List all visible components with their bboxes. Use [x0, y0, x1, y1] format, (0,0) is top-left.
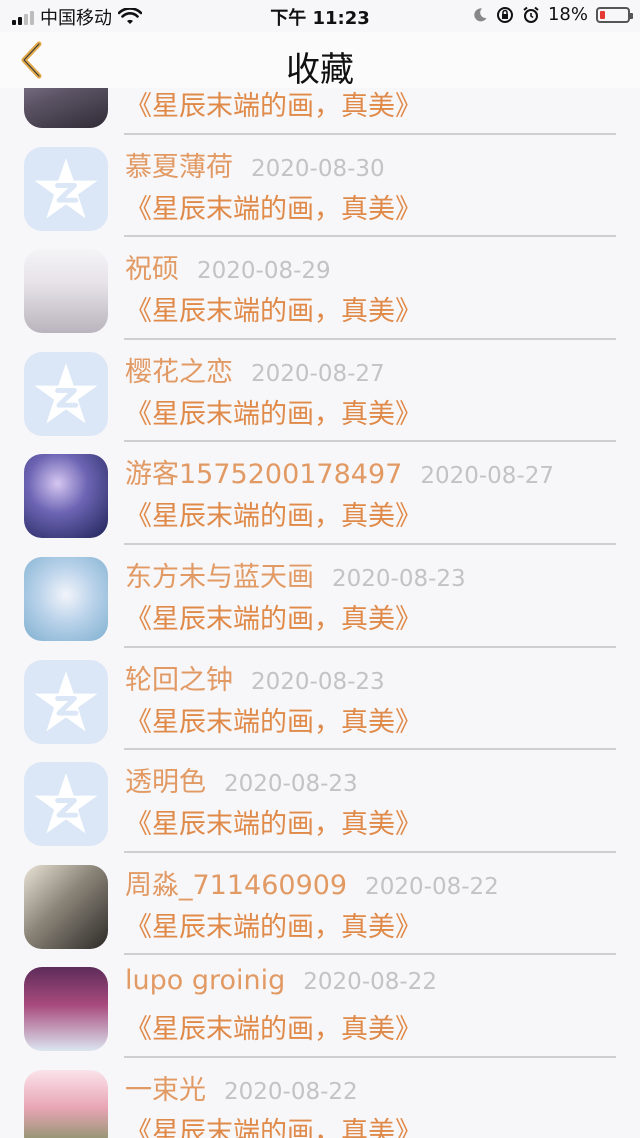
- item-comment[interactable]: 《星辰末端的画，真美》: [125, 597, 422, 636]
- page-title: 收藏: [286, 50, 354, 90]
- list-item[interactable]: 东方未与蓝天画 2020-08-23 《星辰末端的画，真美》: [0, 547, 640, 650]
- moon-icon: [474, 7, 487, 21]
- battery-icon: [596, 6, 633, 23]
- list-item[interactable]: lupo groinig 2020-08-22 《星辰末端的画，真美》: [0, 957, 640, 1060]
- list-item[interactable]: 慕夏薄荷 2020-08-30 《星辰末端的画，真美》: [0, 137, 640, 240]
- item-date: 2020-08-22: [303, 969, 437, 996]
- name-row: 游客1575200178497 2020-08-27: [125, 452, 554, 491]
- name-row: 一束光 2020-08-22: [125, 1068, 358, 1107]
- user-name[interactable]: lupo groinig: [125, 965, 285, 996]
- star-icon: [34, 670, 98, 731]
- name-row: 樱花之恋 2020-08-27: [125, 350, 385, 389]
- item-comment[interactable]: 《星辰末端的画，真美》: [125, 88, 422, 123]
- list-item[interactable]: 轮回之钟 2020-08-23 《星辰末端的画，真美》: [0, 650, 640, 753]
- list-item[interactable]: 透明色 2020-08-23 《星辰末端的画，真美》: [0, 752, 640, 855]
- lock-rotation-icon: [496, 6, 513, 23]
- favorites-list[interactable]: 《星辰末端的画，真美》 慕夏薄荷 2020-08-30 《星辰末端的画，真美》 …: [0, 88, 640, 1138]
- user-name[interactable]: 周淼_711460909: [125, 863, 347, 902]
- item-date: 2020-08-30: [251, 155, 385, 182]
- item-date: 2020-08-27: [251, 360, 385, 387]
- photo-avatar[interactable]: [24, 88, 108, 128]
- name-row: 透明色 2020-08-23: [125, 760, 358, 799]
- user-name[interactable]: 樱花之恋: [125, 350, 233, 389]
- list-item[interactable]: 游客1575200178497 2020-08-27 《星辰末端的画，真美》: [0, 444, 640, 547]
- item-date: 2020-08-29: [197, 258, 331, 285]
- list-item[interactable]: 祝硕 2020-08-29 《星辰末端的画，真美》: [0, 239, 640, 342]
- photo-avatar[interactable]: [24, 556, 108, 641]
- user-name[interactable]: 透明色: [125, 760, 206, 799]
- star-icon: [34, 362, 98, 424]
- divider: [124, 440, 616, 443]
- name-row: 东方未与蓝天画 2020-08-23: [125, 555, 466, 594]
- item-comment[interactable]: 《星辰末端的画，真美》: [125, 494, 422, 533]
- item-comment[interactable]: 《星辰末端的画，真美》: [125, 700, 422, 739]
- user-name[interactable]: 东方未与蓝天画: [125, 555, 314, 594]
- item-comment[interactable]: 《星辰末端的画，真美》: [125, 1007, 422, 1046]
- divider: [124, 132, 616, 135]
- item-date: 2020-08-27: [420, 463, 554, 490]
- user-name[interactable]: 祝硕: [125, 247, 179, 286]
- item-date: 2020-08-23: [332, 565, 466, 592]
- divider: [124, 235, 616, 238]
- photo-avatar[interactable]: [24, 454, 108, 539]
- item-comment[interactable]: 《星辰末端的画，真美》: [125, 1110, 422, 1138]
- item-comment[interactable]: 《星辰末端的画，真美》: [125, 187, 422, 226]
- qq-star-avatar[interactable]: [24, 762, 108, 847]
- item-comment[interactable]: 《星辰末端的画，真美》: [125, 392, 422, 431]
- qq-star-avatar[interactable]: [24, 351, 108, 436]
- item-comment[interactable]: 《星辰末端的画，真美》: [125, 905, 422, 944]
- name-row: 祝硕 2020-08-29: [125, 247, 331, 286]
- divider: [124, 645, 616, 648]
- item-date: 2020-08-22: [365, 873, 499, 900]
- star-icon: [34, 157, 98, 218]
- photo-avatar[interactable]: [24, 1069, 108, 1138]
- divider: [124, 748, 616, 751]
- list-item[interactable]: 樱花之恋 2020-08-27 《星辰末端的画，真美》: [0, 342, 640, 445]
- list-item[interactable]: 周淼_711460909 2020-08-22 《星辰末端的画，真美》: [0, 855, 640, 958]
- photo-avatar[interactable]: [24, 249, 108, 334]
- divider: [124, 337, 616, 340]
- photo-avatar[interactable]: [24, 864, 108, 949]
- star-icon: [34, 773, 98, 834]
- item-comment[interactable]: 《星辰末端的画，真美》: [125, 289, 422, 328]
- qq-star-avatar[interactable]: [24, 146, 108, 231]
- item-date: 2020-08-23: [251, 668, 385, 695]
- status-right: 18%: [472, 4, 633, 25]
- divider: [124, 953, 616, 956]
- qq-star-avatar[interactable]: [24, 659, 108, 744]
- favorites-list-inner: 《星辰末端的画，真美》 慕夏薄荷 2020-08-30 《星辰末端的画，真美》 …: [0, 88, 640, 1138]
- status-bar: 中国移动 下午 11:23 18%: [0, 0, 640, 32]
- divider: [124, 542, 616, 545]
- photo-avatar[interactable]: [24, 967, 108, 1052]
- list-item[interactable]: 一束光 2020-08-22 《星辰末端的画，真美》: [0, 1060, 640, 1138]
- user-name[interactable]: 游客1575200178497: [125, 452, 402, 491]
- list-item[interactable]: 《星辰末端的画，真美》: [0, 88, 640, 137]
- nav-bar: 收藏: [0, 32, 640, 90]
- name-row: 慕夏薄荷 2020-08-30: [125, 145, 385, 184]
- item-date: 2020-08-23: [224, 771, 358, 798]
- divider: [124, 850, 616, 853]
- battery-percent: 18%: [547, 4, 588, 25]
- name-row: 轮回之钟 2020-08-23: [125, 658, 385, 697]
- item-comment[interactable]: 《星辰末端的画，真美》: [125, 802, 422, 841]
- name-row: lupo groinig 2020-08-22: [125, 965, 437, 996]
- battery-level: [600, 10, 605, 19]
- alarm-icon: [523, 6, 539, 23]
- user-name[interactable]: 一束光: [125, 1068, 206, 1107]
- name-row: 周淼_711460909 2020-08-22: [125, 863, 499, 902]
- item-date: 2020-08-22: [224, 1078, 358, 1105]
- divider: [124, 1055, 616, 1058]
- user-name[interactable]: 轮回之钟: [125, 658, 233, 697]
- user-name[interactable]: 慕夏薄荷: [125, 145, 233, 184]
